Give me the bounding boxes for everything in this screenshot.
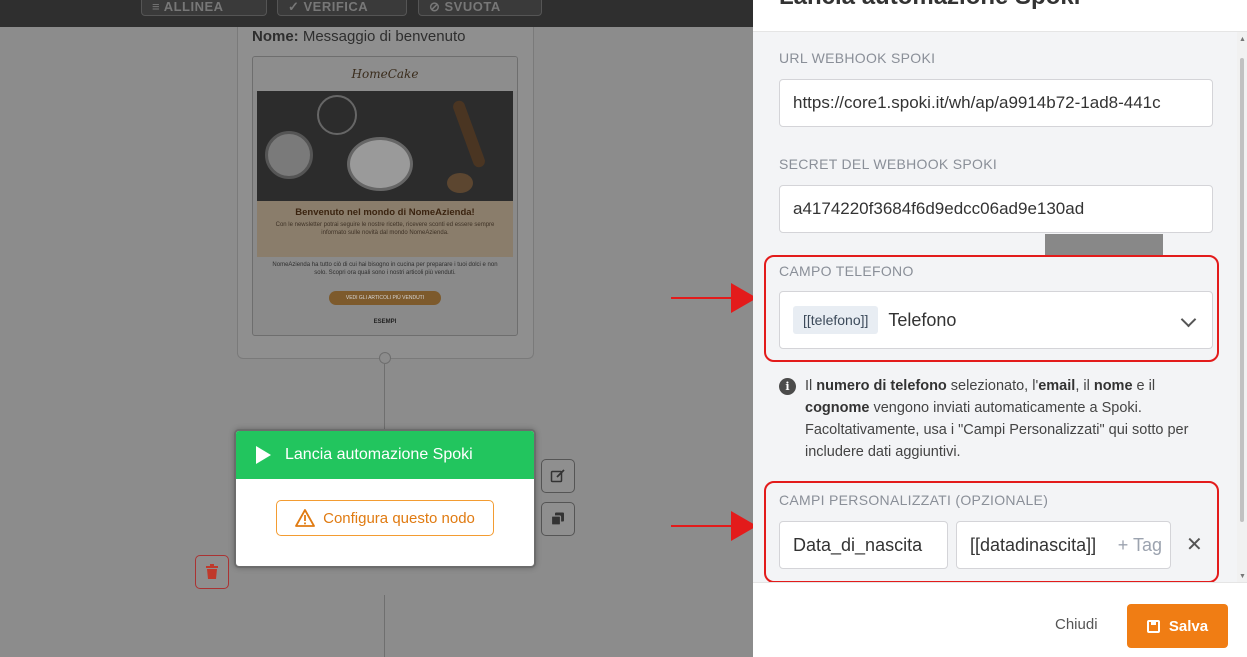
align-label: ALLINEA xyxy=(163,0,224,14)
save-icon xyxy=(1146,619,1160,633)
verify-label: VERIFICA xyxy=(303,0,369,14)
edit-icon xyxy=(550,469,565,483)
panel-footer: Chiudi Salva xyxy=(753,582,1247,657)
email-name-label: Nome: xyxy=(252,28,299,45)
scrollbar-thumb[interactable] xyxy=(1240,58,1244,522)
connector-handle[interactable] xyxy=(379,352,391,364)
webhook-secret-label: SECRET DEL WEBHOOK SPOKI xyxy=(779,156,998,172)
delete-node-button[interactable] xyxy=(195,555,229,589)
email-preview: HomeCake Benvenuto nel mondo di NomeAzie… xyxy=(252,56,518,336)
dropdown-overlay-fragment xyxy=(1045,234,1163,255)
save-label: Salva xyxy=(1168,617,1209,635)
preview-headline: Benvenuto nel mondo di NomeAzienda! xyxy=(295,207,475,218)
editor-toolbar: ≡ ALLINEA ✓ VERIFICA ⊘ SVUOTA xyxy=(0,0,753,27)
play-icon xyxy=(256,446,271,464)
scroll-up-icon[interactable]: ▲ xyxy=(1239,36,1246,43)
info-text: selezionato, l' xyxy=(946,378,1039,394)
email-node[interactable]: Nome: Messaggio di benvenuto HomeCake Be… xyxy=(237,27,534,359)
highlight-custom-fields xyxy=(764,481,1219,583)
save-button[interactable]: Salva xyxy=(1127,604,1228,648)
preview-cta-button: VEDI GLI ARTICOLI PIÙ VENDUTI xyxy=(329,291,441,305)
spoki-automation-node[interactable]: Lancia automazione Spoki Configura quest… xyxy=(234,429,536,568)
preview-flour-bowl-shape xyxy=(347,137,413,191)
info-text: e il xyxy=(1132,378,1156,394)
info-text: Il xyxy=(805,378,817,394)
preview-welcome-block: Benvenuto nel mondo di NomeAzienda! Con … xyxy=(257,201,513,257)
configure-node-button[interactable]: Configura questo nodo xyxy=(276,500,494,536)
config-panel: Lancia automazione Spoki URL WEBHOOK SPO… xyxy=(753,0,1247,657)
webhook-url-label: URL WEBHOOK SPOKI xyxy=(779,50,936,66)
panel-title: Lancia automazione Spoki xyxy=(779,0,1080,11)
preview-logo: HomeCake xyxy=(253,57,517,91)
preview-footer: ESEMPI xyxy=(373,319,397,325)
email-name-value: Messaggio di benvenuto xyxy=(302,28,466,45)
highlight-phone-field xyxy=(764,255,1219,362)
info-note: i Il numero di telefono selezionato, l'e… xyxy=(779,375,1219,463)
clear-button[interactable]: ⊘ SVUOTA xyxy=(418,0,542,16)
connector-line xyxy=(384,595,385,657)
preview-spoon-shape xyxy=(451,99,487,169)
spoki-node-title: Lancia automazione Spoki xyxy=(285,446,473,463)
copy-icon xyxy=(550,512,564,526)
warning-icon xyxy=(295,509,316,527)
configure-node-label: Configura questo nodo xyxy=(323,509,475,527)
preview-hero-image xyxy=(257,91,513,201)
duplicate-node-button[interactable] xyxy=(541,502,575,536)
preview-body-text: NomeAzienda ha tutto ciò di cui hai biso… xyxy=(272,262,498,276)
info-icon: i xyxy=(779,378,796,395)
preview-bowl-shape xyxy=(265,131,313,179)
panel-scrollbar[interactable]: ▲ ▼ xyxy=(1237,32,1247,582)
verify-button[interactable]: ✓ VERIFICA xyxy=(277,0,407,16)
clear-label: SVUOTA xyxy=(444,0,501,14)
info-bold-phone: numero di telefono xyxy=(816,378,947,394)
info-text: , il xyxy=(1075,378,1094,394)
info-bold-email: email xyxy=(1038,378,1076,394)
info-bold-name: nome xyxy=(1093,378,1133,394)
align-button[interactable]: ≡ ALLINEA xyxy=(141,0,267,16)
webhook-url-input[interactable]: https://core1.spoki.it/wh/ap/a9914b72-1a… xyxy=(779,79,1213,127)
annotation-arrow-custom xyxy=(671,525,733,527)
annotation-arrow-phone xyxy=(671,297,733,299)
close-button[interactable]: Chiudi xyxy=(1055,616,1098,633)
spoki-node-header: Lancia automazione Spoki xyxy=(236,431,534,479)
edit-node-button[interactable] xyxy=(541,459,575,493)
preview-whisk-shape xyxy=(317,95,357,135)
info-bold-surname: cognome xyxy=(805,400,870,416)
preview-intro: Con le newsletter potrai seguire le nost… xyxy=(275,222,495,236)
email-node-name: Nome: Messaggio di benvenuto xyxy=(252,28,465,45)
trash-icon xyxy=(206,564,218,579)
preview-egg-shape xyxy=(447,173,473,193)
webhook-secret-input[interactable]: a4174220f3684f6d9edcc06ad9e130ad xyxy=(779,185,1213,233)
scroll-down-icon[interactable]: ▼ xyxy=(1239,573,1246,580)
